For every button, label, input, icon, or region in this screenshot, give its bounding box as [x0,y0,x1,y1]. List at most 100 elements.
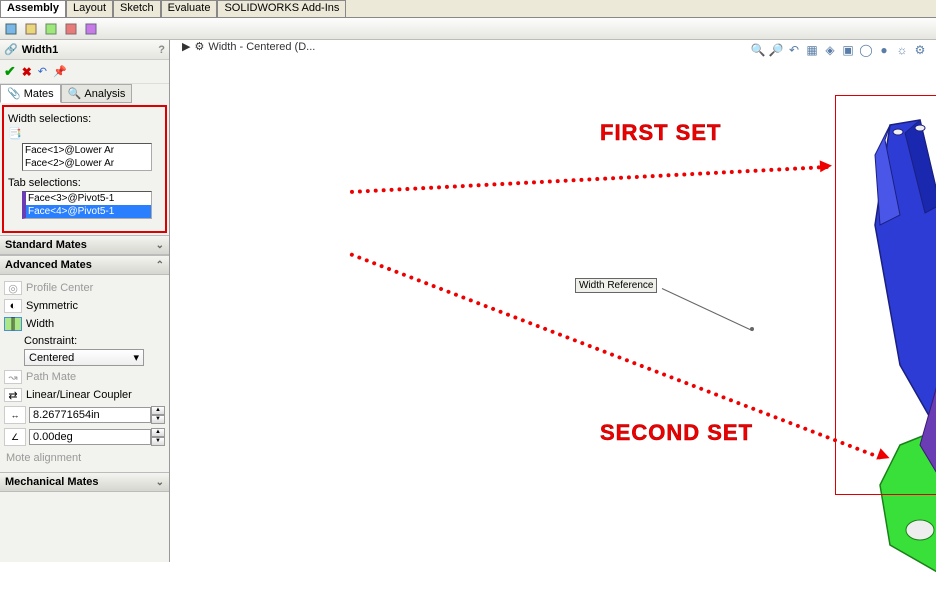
prev-view-icon[interactable]: ↶ [786,42,802,58]
chevron-down-icon: ⌄ [156,477,164,488]
pushpin-icon[interactable]: 📌 [53,65,67,78]
help-icon[interactable]: ? [158,44,165,56]
tab-evaluate[interactable]: Evaluate [161,0,218,17]
list-item-selected[interactable]: Face<4>@Pivot5-1 [26,205,151,218]
panel-title-row: 🔗 Width1 ? [0,40,169,60]
list-item[interactable]: Face<3>@Pivot5-1 [26,192,151,205]
profile-center-label: Profile Center [26,282,93,294]
mechanical-mates-header[interactable]: Mechanical Mates ⌄ [0,472,169,492]
graphics-viewport[interactable]: ▶ ⚙ Width - Centered (D... 🔍 🔎 ↶ ▦ ◈ ▣ ◯… [170,40,936,562]
advanced-mates-body: ◎ Profile Center ◐ Symmetric ║ Width Con… [0,275,169,472]
zoom-fit-icon[interactable]: 🔍 [750,42,766,58]
mate-alignment-label: Mote alignment [4,448,165,468]
ok-icon[interactable]: ✔ [4,63,16,80]
property-panel: 🔗 Width1 ? ✔ ✖ ↶ 📌 📎 Mates 🔍 Analysis Wi… [0,40,170,562]
distance-row: ↔ 8.26771654in ▲ ▼ [4,404,165,426]
list-item[interactable]: Face<1>@Lower Ar [23,144,151,157]
property-manager-icon[interactable] [22,20,40,38]
display-style-icon[interactable]: ▣ [840,42,856,58]
view-settings-icon[interactable]: ⚙ [912,42,928,58]
dimxpert-icon[interactable] [62,20,80,38]
tab-layout[interactable]: Layout [66,0,113,17]
display-manager-icon[interactable] [82,20,100,38]
path-mate-label: Path Mate [26,371,76,383]
mates-paperclip-icon: 📎 [7,87,21,100]
command-row: ✔ ✖ ↶ 📌 [0,60,169,84]
first-set-annotation: FIRST SET [600,120,721,146]
analysis-tab[interactable]: 🔍 Analysis [61,84,133,103]
mate-analysis-tabs: 📎 Mates 🔍 Analysis [0,84,169,103]
config-manager-icon[interactable] [42,20,60,38]
symmetric-label: Symmetric [26,300,78,312]
distance-input[interactable]: 8.26771654in [29,407,151,423]
width-row[interactable]: ║ Width [4,315,165,333]
analysis-tab-label: Analysis [84,88,125,100]
profile-center-icon: ◎ [4,281,22,295]
assembly-icon: ⚙ [194,40,204,53]
scene-icon[interactable]: ☼ [894,42,910,58]
orientation-icon[interactable]: ◈ [822,42,838,58]
profile-center-row: ◎ Profile Center [4,279,165,297]
standard-mates-header[interactable]: Standard Mates ⌄ [0,235,169,255]
constraint-value: Centered [29,352,74,364]
symmetric-row[interactable]: ◐ Symmetric [4,297,165,315]
view-toolbar: 🔍 🔎 ↶ ▦ ◈ ▣ ◯ ● ☼ ⚙ [750,42,928,58]
width-selections-list[interactable]: Face<1>@Lower Ar Face<2>@Lower Ar [22,143,152,171]
angle-up-button[interactable]: ▲ [151,428,165,437]
width-label: Width [26,318,54,330]
coupler-icon: ⇄ [4,388,22,402]
tab-assembly[interactable]: Assembly [0,0,66,17]
distance-icon: ↔ [4,406,26,424]
coupler-row[interactable]: ⇄ Linear/Linear Coupler [4,386,165,404]
coupler-label: Linear/Linear Coupler [26,389,132,401]
first-set-arrow-head [820,160,833,173]
path-mate-icon: ↝ [4,370,22,384]
cancel-icon[interactable]: ✖ [22,65,32,79]
distance-up-button[interactable]: ▲ [151,406,165,415]
section-view-icon[interactable]: ▦ [804,42,820,58]
distance-down-button[interactable]: ▼ [151,415,165,424]
chevron-up-icon: ⌃ [156,260,164,271]
feature-tree-icon[interactable] [2,20,20,38]
tab-selections-list[interactable]: Face<3>@Pivot5-1 Face<4>@Pivot5-1 [22,191,152,219]
width-selections-label: Width selections: [8,113,161,125]
symmetric-icon: ◐ [4,299,22,313]
callout-leader [662,288,753,331]
mates-tab[interactable]: 📎 Mates [0,84,61,103]
advanced-mates-label: Advanced Mates [5,259,92,271]
first-set-arrow-line [350,165,830,194]
hide-show-icon[interactable]: ◯ [858,42,874,58]
angle-down-button[interactable]: ▼ [151,437,165,446]
angle-row: ∠ 0.00deg ▲ ▼ [4,426,165,448]
callout-point [750,327,754,331]
analysis-magnifier-icon: 🔍 [68,87,82,100]
constraint-dropdown[interactable]: Centered ▾ [24,349,144,366]
undo-icon[interactable]: ↶ [38,65,47,78]
advanced-mates-header[interactable]: Advanced Mates ⌃ [0,255,169,275]
selections-highlight-box: Width selections: 📑 Face<1>@Lower Ar Fac… [2,105,167,233]
zoom-area-icon[interactable]: 🔎 [768,42,784,58]
list-item[interactable]: Face<2>@Lower Ar [23,157,151,170]
appearance-icon[interactable]: ● [876,42,892,58]
width-icon: ║ [4,317,22,331]
width-reference-callout: Width Reference [575,278,657,293]
angle-input[interactable]: 0.00deg [29,429,151,445]
angle-icon: ∠ [4,428,26,446]
chevron-down-icon: ⌄ [156,240,164,251]
document-title: Width - Centered (D... [208,41,315,53]
mates-tab-label: Mates [24,88,54,100]
first-set-highlight-box [835,95,936,495]
panel-title: Width1 [22,44,59,56]
tab-selections-label: Tab selections: [8,177,161,189]
second-set-annotation: SECOND SET [600,420,753,446]
tab-sketch[interactable]: Sketch [113,0,161,17]
main-menubar: Assembly Layout Sketch Evaluate SOLIDWOR… [0,0,936,18]
mechanical-mates-label: Mechanical Mates [5,476,99,488]
path-mate-row: ↝ Path Mate [4,368,165,386]
expand-tree-icon[interactable]: ▶ [182,40,190,53]
constraint-label: Constraint: [24,335,165,347]
tab-addins[interactable]: SOLIDWORKS Add-Ins [217,0,346,17]
width-selection-icon: 📑 [8,127,22,141]
standard-mates-label: Standard Mates [5,239,87,251]
width-mate-icon: 🔗 [4,43,18,56]
